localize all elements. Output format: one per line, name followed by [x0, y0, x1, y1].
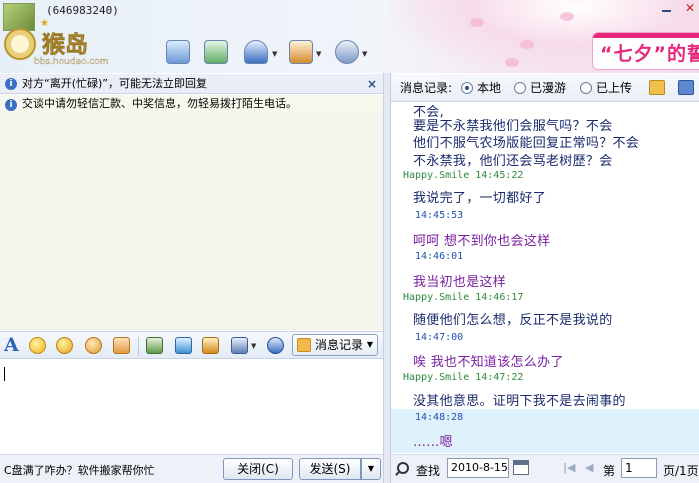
- file-transfer-icon[interactable]: [204, 40, 228, 64]
- message-text: 没其他意思。证明下我不是去闹事的: [413, 394, 626, 409]
- close-button[interactable]: 关闭(C): [223, 458, 293, 480]
- message-text: 我当初也是这样: [413, 275, 507, 290]
- chevron-down-icon[interactable]: ▼: [272, 50, 277, 58]
- petal-decoration: [520, 40, 534, 49]
- chevron-down-icon[interactable]: ▼: [316, 50, 321, 58]
- message-timestamp: 14:45:53: [415, 210, 464, 221]
- remote-assist-icon[interactable]: [244, 40, 268, 64]
- history-footer: 查找 2010-8-15 |◀ ◀ 第 1 页/1页: [391, 454, 699, 483]
- shake-window-icon[interactable]: [113, 337, 130, 354]
- search-s-icon[interactable]: [267, 337, 284, 354]
- message-timestamp: 14:47:00: [415, 332, 464, 343]
- radio-local[interactable]: [461, 82, 473, 94]
- chevron-down-icon: ▼: [366, 340, 373, 349]
- chevron-down-icon[interactable]: ▼: [251, 342, 256, 350]
- emoticon-icon[interactable]: [29, 337, 46, 354]
- notice-close-icon[interactable]: ×: [367, 74, 377, 94]
- text-caret: [4, 367, 5, 381]
- petal-decoration: [505, 58, 519, 67]
- contact-id: (646983240): [46, 4, 119, 17]
- message-timestamp: 14:48:28: [415, 412, 464, 423]
- chat-display-area[interactable]: [0, 113, 383, 330]
- font-settings-icon[interactable]: A: [4, 334, 19, 356]
- banner-text: “七夕”的誓: [600, 43, 699, 65]
- message-log-icon: [297, 338, 311, 352]
- history-label: 消息记录:: [400, 81, 453, 95]
- settings-gear-icon[interactable]: [335, 40, 359, 64]
- message-sender-header: Happy.Smile 14:47:22: [403, 372, 524, 383]
- export-history-icon[interactable]: [649, 80, 665, 95]
- radio-local-label[interactable]: 本地: [477, 74, 501, 102]
- magic-emoticon-icon[interactable]: [56, 337, 73, 354]
- message-text: 随便他们怎么想，反正不是我说的: [413, 313, 613, 328]
- radio-uploaded-label[interactable]: 已上传: [596, 74, 632, 102]
- cartoon-face-icon[interactable]: [85, 337, 102, 354]
- promo-banner[interactable]: “七夕”的誓: [592, 32, 699, 70]
- message-text: ……嗯: [413, 435, 453, 450]
- bottom-bar: C盘满了咋办？软件搬家帮你忙 关闭(C) 发送(S) ▼: [0, 454, 383, 483]
- find-button[interactable]: 查找: [416, 462, 440, 479]
- safety-notice: i 交谈中请勿轻信汇款、中奖信息，勿轻易拨打陌生电话。: [0, 95, 383, 113]
- houdao-logo: 猴岛 bbs.houdao.com: [4, 28, 109, 66]
- send-image-icon[interactable]: [146, 337, 163, 354]
- minimize-icon[interactable]: [661, 3, 673, 13]
- logo-url: bbs.houdao.com: [34, 57, 109, 66]
- gift-icon[interactable]: [202, 337, 219, 354]
- petal-decoration: [560, 12, 574, 21]
- message-text: 他们不服气农场版能回复正常吗？不会: [413, 136, 640, 151]
- radio-roamed[interactable]: [514, 82, 526, 94]
- video-call-icon[interactable]: [166, 40, 190, 64]
- page-total: 页/1页: [663, 464, 699, 478]
- info-icon: i: [5, 78, 17, 90]
- message-text: 我说完了，一切都好了: [413, 191, 547, 206]
- send-options-button[interactable]: ▼: [361, 458, 381, 480]
- info-icon: i: [5, 99, 17, 111]
- message-history[interactable]: 不会, 要是不永禁我他们会服气吗？不会 他们不服气农场版能回复正常吗？不会 不永禁我，…: [391, 103, 699, 453]
- message-input[interactable]: [0, 360, 383, 453]
- message-sender-header: Happy.Smile 14:45:22: [403, 170, 524, 181]
- radio-roamed-label[interactable]: 已漫游: [530, 74, 566, 102]
- calendar-icon[interactable]: [513, 460, 529, 475]
- history-manager-icon[interactable]: [678, 80, 694, 95]
- apps-icon[interactable]: [289, 40, 313, 64]
- send-button[interactable]: 发送(S): [299, 458, 361, 480]
- window-close-button[interactable]: ✕: [681, 0, 699, 16]
- message-timestamp: 14:46:01: [415, 251, 464, 262]
- message-sender-header: Happy.Smile 14:46:17: [403, 292, 524, 303]
- radio-uploaded[interactable]: [580, 82, 592, 94]
- ad-link[interactable]: C盘满了咋办？软件搬家帮你忙: [4, 462, 155, 478]
- music-icon[interactable]: [175, 337, 192, 354]
- petal-decoration: [470, 18, 484, 27]
- banner-strip: [593, 33, 699, 38]
- toolbar-divider: [138, 337, 139, 355]
- message-text: 不永禁我，他们还会骂老树歷？会: [413, 154, 613, 169]
- date-field[interactable]: 2010-8-15: [447, 458, 509, 478]
- history-header: 消息记录: 本地 已漫游 已上传: [391, 74, 699, 102]
- window-header: ★ (646983240) 猴岛 bbs.houdao.com ▼ ▼ ▼ ✕ …: [0, 0, 699, 73]
- input-toolbar: A ▼ 消息记录 ▼: [0, 331, 383, 359]
- previous-page-icon[interactable]: ◀: [585, 461, 593, 474]
- away-status-text: 对方“离开(忙碌)”，可能无法立即回复: [22, 77, 207, 90]
- screenshot-icon[interactable]: [231, 337, 248, 354]
- message-text: 呵呵 想不到你也会这样: [413, 234, 551, 249]
- logo-text: 猴岛: [42, 31, 88, 58]
- safety-notice-text: 交谈中请勿轻信汇款、中奖信息，勿轻易拨打陌生电话。: [22, 97, 297, 110]
- panel-splitter[interactable]: [383, 73, 391, 483]
- message-log-label: 消息记录: [315, 338, 364, 352]
- message-text: 唉 我也不知道该怎么办了: [413, 355, 564, 370]
- page-prefix: 第: [603, 464, 616, 478]
- first-page-icon[interactable]: |◀: [563, 461, 575, 474]
- page-number-input[interactable]: 1: [621, 458, 657, 478]
- away-status-notice: i 对方“离开(忙碌)”，可能无法立即回复 ×: [0, 74, 383, 94]
- chevron-down-icon[interactable]: ▼: [362, 50, 367, 58]
- message-log-button[interactable]: 消息记录 ▼: [292, 334, 378, 356]
